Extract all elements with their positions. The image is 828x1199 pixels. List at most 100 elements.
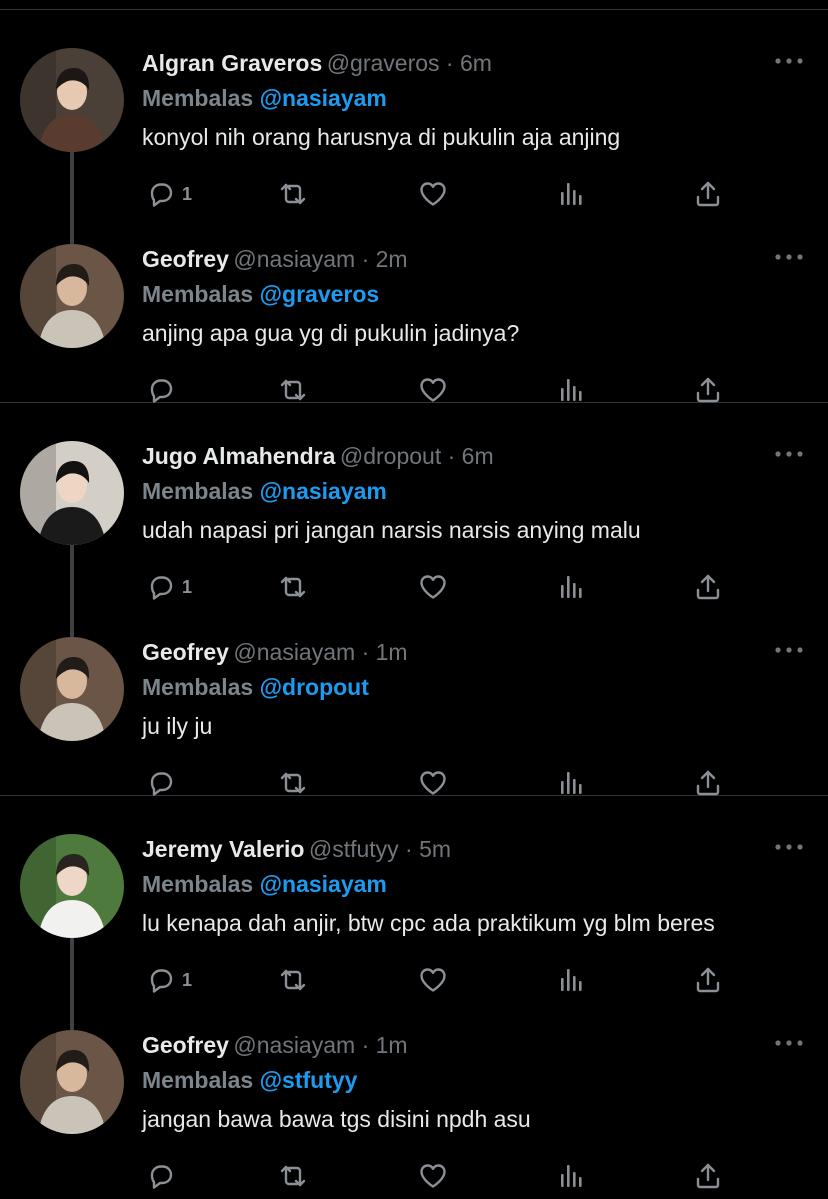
author-handle[interactable]: @graveros	[327, 50, 440, 76]
avatar[interactable]	[20, 1030, 124, 1134]
views-icon	[556, 572, 586, 602]
author-handle[interactable]: @stfutyy	[309, 836, 399, 862]
retweet-button[interactable]	[278, 767, 308, 799]
more-icon[interactable]	[774, 250, 804, 262]
mention-link[interactable]: @stfutyy	[260, 1067, 358, 1093]
avatar[interactable]	[20, 637, 124, 741]
share-button[interactable]	[693, 374, 723, 406]
timestamp[interactable]: 6m	[460, 50, 492, 76]
avatar-column	[20, 599, 124, 795]
replying-to: Membalas @nasiayam	[142, 871, 387, 898]
timestamp[interactable]: 1m	[376, 639, 408, 665]
reply-icon	[146, 1161, 176, 1191]
separator-dot: ·	[355, 1032, 376, 1058]
replying-to-label: Membalas	[142, 85, 254, 111]
reply-count: 1	[182, 183, 193, 204]
avatar[interactable]	[20, 48, 124, 152]
retweet-button[interactable]	[278, 1160, 308, 1192]
author-handle[interactable]: @nasiayam	[233, 246, 355, 272]
author-handle[interactable]: @nasiayam	[233, 639, 355, 665]
more-icon[interactable]	[774, 643, 804, 655]
more-icon[interactable]	[774, 447, 804, 459]
tweet[interactable]: Geofrey @nasiayam · 1m Membalas @dropout j…	[0, 599, 828, 796]
share-icon	[693, 179, 723, 209]
timestamp[interactable]: 6m	[462, 443, 494, 469]
avatar-column	[20, 992, 124, 1188]
author-name[interactable]: Geofrey	[142, 639, 229, 665]
reply-icon	[146, 572, 176, 602]
author-name[interactable]: Geofrey	[142, 246, 229, 272]
author-name[interactable]: Jugo Almahendra	[142, 443, 335, 469]
avatar[interactable]	[20, 441, 124, 545]
more-icon[interactable]	[774, 1036, 804, 1048]
retweet-icon	[278, 768, 308, 798]
tweet[interactable]: Geofrey @nasiayam · 1m Membalas @stfutyy j…	[0, 992, 828, 1189]
timestamp[interactable]: 1m	[376, 1032, 408, 1058]
reply-count: 1	[182, 576, 193, 597]
like-button[interactable]	[418, 374, 448, 406]
reply-icon	[146, 768, 176, 798]
author-name[interactable]: Jeremy Valerio	[142, 836, 304, 862]
share-icon	[693, 1161, 723, 1191]
tweet-actions	[142, 374, 804, 406]
tweet[interactable]: Algran Graveros @graveros · 6m Membalas @…	[0, 10, 828, 244]
replying-to: Membalas @stfutyy	[142, 1067, 357, 1094]
mention-link[interactable]: @nasiayam	[260, 85, 387, 111]
tweet[interactable]: Jeremy Valerio @stfutyy · 5m Membalas @na…	[0, 796, 828, 1030]
mention-link[interactable]: @nasiayam	[260, 871, 387, 897]
like-button[interactable]	[418, 1160, 448, 1192]
retweet-icon	[278, 572, 308, 602]
tweet-text: anjing apa gua yg di pukulin jadinya?	[142, 320, 520, 346]
thread: Jeremy Valerio @stfutyy · 5m Membalas @na…	[0, 796, 828, 1189]
tweet[interactable]: Geofrey @nasiayam · 2m Membalas @graveros…	[0, 206, 828, 403]
author-handle[interactable]: @nasiayam	[233, 1032, 355, 1058]
views-icon	[556, 375, 586, 405]
mention-link[interactable]: @nasiayam	[260, 478, 387, 504]
tweet-text: jangan bawa bawa tgs disini npdh asu	[142, 1106, 531, 1132]
reply-timeline: Algran Graveros @graveros · 6m Membalas @…	[0, 10, 828, 1189]
like-icon	[418, 572, 448, 602]
replying-to: Membalas @nasiayam	[142, 478, 387, 505]
avatar[interactable]	[20, 834, 124, 938]
mention-link[interactable]: @graveros	[260, 281, 380, 307]
views-icon	[556, 1161, 586, 1191]
top-divider	[0, 0, 828, 10]
views-button[interactable]	[556, 374, 586, 406]
replying-to: Membalas @graveros	[142, 281, 379, 308]
more-icon[interactable]	[774, 54, 804, 66]
share-icon	[693, 965, 723, 995]
reply-count: 1	[182, 969, 193, 990]
views-icon	[556, 179, 586, 209]
timestamp[interactable]: 5m	[419, 836, 451, 862]
reply-button[interactable]	[146, 1160, 176, 1192]
more-icon[interactable]	[774, 840, 804, 852]
author-name[interactable]: Geofrey	[142, 1032, 229, 1058]
views-button[interactable]	[556, 767, 586, 799]
share-icon	[693, 768, 723, 798]
mention-link[interactable]: @dropout	[260, 674, 369, 700]
replying-to-label: Membalas	[142, 478, 254, 504]
avatar-column	[20, 206, 124, 402]
reply-button[interactable]	[146, 374, 176, 406]
reply-button[interactable]	[146, 767, 176, 799]
share-icon	[693, 375, 723, 405]
tweet-text: konyol nih orang harusnya di pukulin aja…	[142, 124, 621, 150]
retweet-icon	[278, 965, 308, 995]
tweet-text: udah napasi pri jangan narsis narsis any…	[142, 517, 641, 543]
replying-to-label: Membalas	[142, 674, 254, 700]
tweet[interactable]: Jugo Almahendra @dropout · 6m Membalas @n…	[0, 403, 828, 637]
views-button[interactable]	[556, 1160, 586, 1192]
retweet-button[interactable]	[278, 374, 308, 406]
tweet-text: lu kenapa dah anjir, btw cpc ada praktik…	[142, 910, 715, 936]
separator-dot: ·	[355, 246, 376, 272]
share-button[interactable]	[693, 767, 723, 799]
timestamp[interactable]: 2m	[376, 246, 408, 272]
like-button[interactable]	[418, 767, 448, 799]
replying-to-label: Membalas	[142, 871, 254, 897]
author-handle[interactable]: @dropout	[340, 443, 441, 469]
avatar[interactable]	[20, 244, 124, 348]
tweet-header: Geofrey @nasiayam · 2m	[142, 246, 804, 280]
share-button[interactable]	[693, 1160, 723, 1192]
author-name[interactable]: Algran Graveros	[142, 50, 322, 76]
separator-dot: ·	[355, 639, 376, 665]
